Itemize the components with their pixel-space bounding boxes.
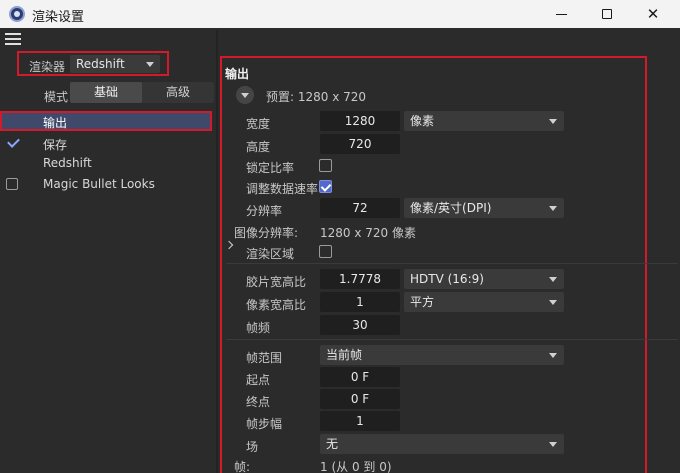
adjust-rate-checkbox[interactable] <box>319 180 332 193</box>
menu-icon[interactable] <box>5 33 21 45</box>
title-bar: 渲染设置 ✕ <box>0 0 680 28</box>
resolution-unit-value: 像素/英寸(DPI) <box>410 201 492 215</box>
frame-range-label: 帧范围 <box>246 351 283 365</box>
pixel-aspect-dropdown[interactable]: 平方 <box>404 292 564 312</box>
resolution-label: 分辨率 <box>246 204 283 218</box>
lock-ratio-label: 锁定比率 <box>246 161 295 175</box>
nav-item-label: 输出 <box>43 116 68 130</box>
frame-step-input[interactable]: 1 <box>320 411 400 431</box>
chevron-down-icon <box>241 93 249 98</box>
film-aspect-dropdown[interactable]: HDTV (16:9) <box>404 269 564 289</box>
chevron-down-icon <box>549 300 557 305</box>
mode-label: 模式 <box>44 90 69 104</box>
frame-range-dropdown[interactable]: 当前帧 <box>320 345 564 365</box>
close-button[interactable]: ✕ <box>630 0 676 28</box>
field-dropdown[interactable]: 无 <box>320 434 564 454</box>
frame-range-value: 当前帧 <box>326 348 363 362</box>
frame-step-label: 帧步幅 <box>246 417 283 431</box>
preset-label: 预置: 1280 x 720 <box>266 90 367 104</box>
nav-item-magic-bullet-looks[interactable]: Magic Bullet Looks <box>0 174 212 194</box>
window-title: 渲染设置 <box>32 10 85 25</box>
pixel-aspect-input[interactable]: 1 <box>320 292 400 312</box>
renderer-value: Redshift <box>76 57 125 71</box>
chevron-down-icon <box>549 277 557 282</box>
render-region-label: 渲染区域 <box>246 247 295 261</box>
fps-input[interactable]: 30 <box>320 315 400 335</box>
fps-label: 帧频 <box>246 321 271 335</box>
frames-value: 1 (从 0 到 0) <box>320 460 392 473</box>
chevron-down-icon <box>146 62 154 67</box>
cinema4d-app-icon <box>9 6 25 22</box>
maximize-icon <box>602 9 612 19</box>
nav-item-label: Redshift <box>43 156 92 170</box>
width-input[interactable]: 1280 <box>320 111 400 131</box>
film-aspect-input[interactable]: 1.7778 <box>320 269 400 289</box>
end-frame-input[interactable]: 0 F <box>320 389 400 409</box>
section-title: 输出 <box>225 67 250 81</box>
nav-item-redshift[interactable]: Redshift <box>0 153 212 173</box>
film-aspect-label: 胶片宽高比 <box>246 275 307 289</box>
chevron-down-icon <box>549 442 557 447</box>
nav-item-save[interactable]: 保存 <box>0 133 212 153</box>
height-input[interactable]: 720 <box>320 134 400 154</box>
lock-ratio-checkbox[interactable] <box>319 159 332 172</box>
section-divider <box>226 263 678 264</box>
height-label: 高度 <box>246 140 271 154</box>
width-label: 宽度 <box>246 117 271 131</box>
field-label: 场 <box>246 440 259 454</box>
start-label: 起点 <box>246 373 271 387</box>
tab-advanced[interactable]: 高级 <box>142 82 214 103</box>
renderer-dropdown[interactable]: Redshift <box>70 55 160 73</box>
chevron-down-icon <box>549 119 557 124</box>
pixel-aspect-label: 像素宽高比 <box>246 298 307 312</box>
start-frame-input[interactable]: 0 F <box>320 367 400 387</box>
preset-dropdown-button[interactable] <box>236 86 254 104</box>
resolution-unit-dropdown[interactable]: 像素/英寸(DPI) <box>404 198 564 218</box>
chevron-down-icon <box>549 353 557 358</box>
minimize-button[interactable] <box>538 0 584 28</box>
size-unit-dropdown[interactable]: 像素 <box>404 111 564 131</box>
renderer-label: 渲染器 <box>29 60 66 74</box>
resolution-input[interactable]: 72 <box>320 198 400 218</box>
render-region-checkbox[interactable] <box>319 245 332 258</box>
size-unit-value: 像素 <box>410 114 435 128</box>
checkmark-icon[interactable] <box>7 135 20 148</box>
maximize-button[interactable] <box>584 0 630 28</box>
panel-divider[interactable] <box>216 30 218 473</box>
tab-basic[interactable]: 基础 <box>70 82 142 103</box>
mode-tabs: 基础 高级 <box>70 82 214 103</box>
renderer-selector-box: 渲染器 Redshift <box>17 51 169 76</box>
section-divider <box>226 339 678 340</box>
nav-item-label: 保存 <box>43 138 68 152</box>
chevron-down-icon <box>549 206 557 211</box>
image-resolution-label: 图像分辨率: <box>234 226 299 240</box>
checkbox-icon[interactable] <box>6 178 18 190</box>
pixel-aspect-preset: 平方 <box>410 295 435 309</box>
minimize-icon <box>555 13 567 15</box>
end-label: 终点 <box>246 395 271 409</box>
adjust-rate-label: 调整数据速率 <box>246 182 319 196</box>
image-resolution-value: 1280 x 720 像素 <box>320 226 416 240</box>
nav-item-output[interactable]: 输出 <box>0 111 212 131</box>
nav-item-label: Magic Bullet Looks <box>43 177 155 191</box>
field-value: 无 <box>326 437 339 451</box>
film-aspect-preset: HDTV (16:9) <box>410 272 484 286</box>
close-icon: ✕ <box>646 5 660 23</box>
frames-label: 帧: <box>234 460 251 473</box>
